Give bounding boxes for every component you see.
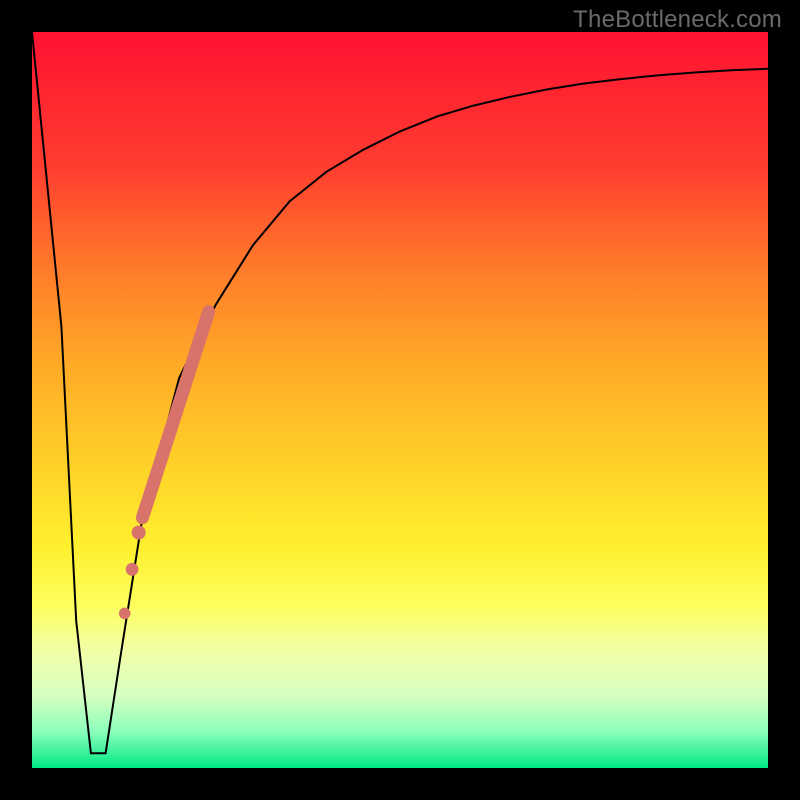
highlight-dots <box>119 526 146 620</box>
highlight-dot <box>132 526 146 540</box>
curve-layer <box>32 32 768 768</box>
plot-area <box>32 32 768 768</box>
highlight-segment <box>142 312 208 518</box>
chart-stage: TheBottleneck.com <box>0 0 800 800</box>
bottleneck-curve <box>32 32 768 753</box>
highlight-dot <box>126 563 139 576</box>
highlight-dot <box>119 608 131 620</box>
attribution-text: TheBottleneck.com <box>573 6 782 34</box>
